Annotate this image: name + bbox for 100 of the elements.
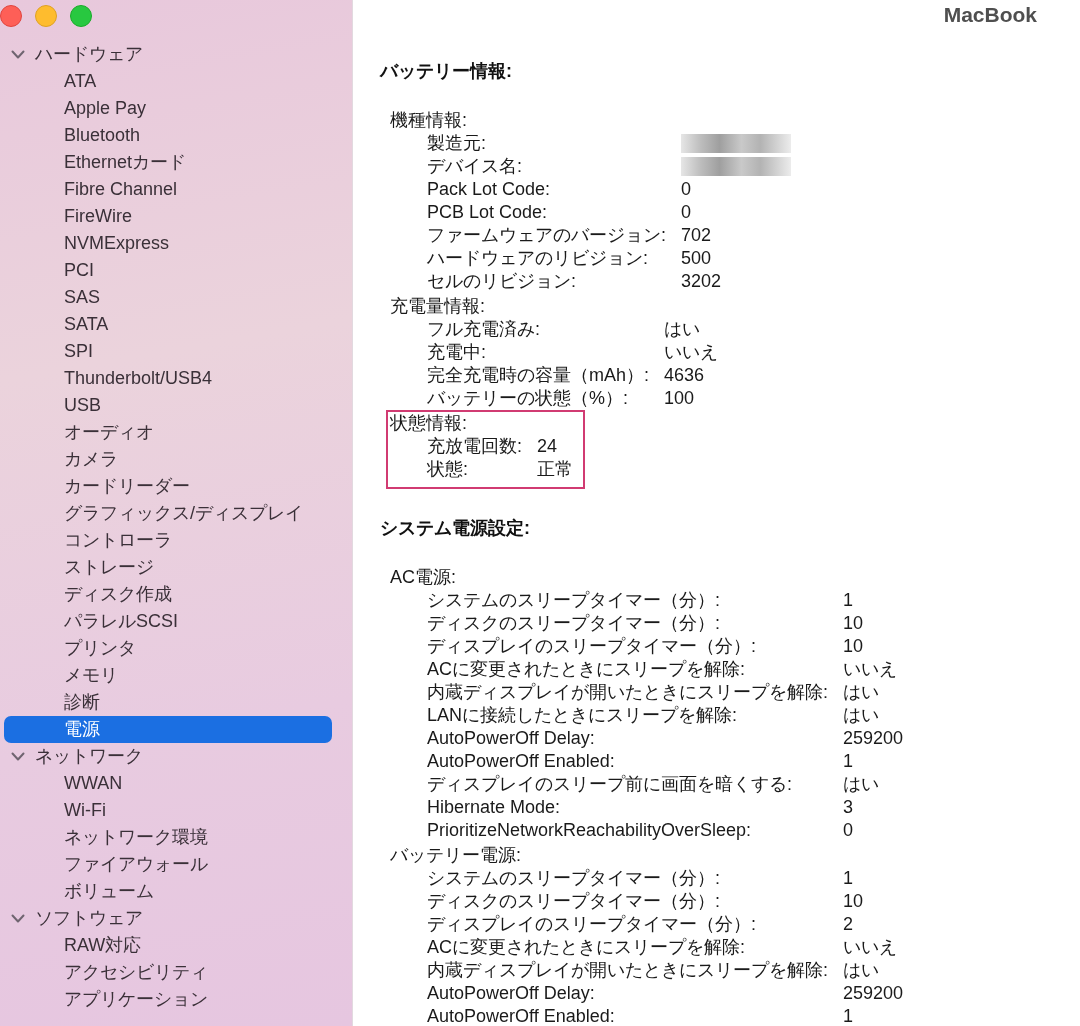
info-value: 1 bbox=[843, 1005, 855, 1026]
sidebar-item[interactable]: パラレルSCSI bbox=[4, 608, 332, 635]
info-value: 3 bbox=[843, 796, 855, 819]
info-label: PrioritizeNetworkReachabilityOverSleep: bbox=[427, 819, 753, 842]
info-label: AutoPowerOff Enabled: bbox=[427, 750, 616, 773]
info-label: ACに変更されたときにスリープを解除: bbox=[427, 936, 746, 959]
info-label: デバイス名: bbox=[427, 155, 523, 178]
group-label: バッテリー電源: bbox=[390, 844, 521, 867]
window-title: MacBook bbox=[943, 2, 1037, 28]
info-label: AutoPowerOff Enabled: bbox=[427, 1005, 616, 1026]
sidebar-item[interactable]: アプリケーション bbox=[4, 986, 332, 1013]
close-button[interactable] bbox=[0, 5, 22, 27]
info-value: はい bbox=[843, 959, 880, 982]
sidebar-item[interactable]: カメラ bbox=[4, 446, 332, 473]
zoom-button[interactable] bbox=[70, 5, 92, 27]
chevron-down-icon[interactable] bbox=[11, 752, 25, 761]
info-value: いいえ bbox=[843, 658, 898, 681]
sidebar-item[interactable]: カードリーダー bbox=[4, 473, 332, 500]
info-value: 10 bbox=[843, 635, 865, 658]
info-value: 10 bbox=[843, 612, 865, 635]
sidebar-item[interactable]: ネットワーク環境 bbox=[4, 824, 332, 851]
sidebar-item[interactable]: USB bbox=[4, 392, 332, 419]
info-value: 3202 bbox=[681, 270, 723, 293]
info-value: 1 bbox=[843, 589, 855, 612]
sidebar-item[interactable]: Ethernetカード bbox=[4, 149, 332, 176]
sidebar-item[interactable]: FireWire bbox=[4, 203, 332, 230]
info-label: システムのスリープタイマー（分）: bbox=[427, 867, 721, 890]
sidebar-item[interactable]: ファイアウォール bbox=[4, 851, 332, 878]
info-label: LANに接続したときにスリープを解除: bbox=[427, 704, 739, 727]
info-label: ディスクのスリープタイマー（分）: bbox=[427, 612, 721, 635]
sidebar-item[interactable]: Thunderbolt/USB4 bbox=[4, 365, 332, 392]
info-value: はい bbox=[664, 318, 701, 341]
sidebar-item[interactable]: 診断 bbox=[4, 689, 332, 716]
chevron-down-icon[interactable] bbox=[11, 914, 25, 923]
sidebar-item[interactable]: SPI bbox=[4, 338, 332, 365]
sidebar-item[interactable]: SATA bbox=[4, 311, 332, 338]
section-heading: システム電源設定: bbox=[380, 517, 530, 540]
sidebar-item[interactable]: Fibre Channel bbox=[4, 176, 332, 203]
info-label: セルのリビジョン: bbox=[427, 270, 577, 293]
info-value: 702 bbox=[681, 224, 713, 247]
info-label: ディスプレイのスリープタイマー（分）: bbox=[427, 635, 757, 658]
sidebar-item[interactable]: WWAN bbox=[4, 770, 332, 797]
sidebar-item[interactable]: アクセシビリティ bbox=[4, 959, 332, 986]
info-value: 24 bbox=[537, 435, 559, 458]
info-value: 500 bbox=[681, 247, 713, 270]
sidebar-group-label[interactable]: ハードウェア bbox=[35, 41, 143, 68]
info-label: システムのスリープタイマー（分）: bbox=[427, 589, 721, 612]
info-value: 259200 bbox=[843, 982, 904, 1005]
group-label: AC電源: bbox=[390, 566, 456, 589]
info-label: Hibernate Mode: bbox=[427, 796, 562, 819]
sidebar-item[interactable]: ボリューム bbox=[4, 878, 332, 905]
info-label: バッテリーの状態（%）: bbox=[427, 387, 629, 410]
info-label: PCB Lot Code: bbox=[427, 201, 549, 224]
info-value: 100 bbox=[664, 387, 696, 410]
sidebar-group-label[interactable]: ソフトウェア bbox=[35, 905, 143, 932]
chevron-down-icon[interactable] bbox=[11, 50, 25, 59]
sidebar-item[interactable]: PCI bbox=[4, 257, 332, 284]
sidebar-item[interactable]: RAW対応 bbox=[4, 932, 332, 959]
info-value: 1 bbox=[843, 750, 855, 773]
sidebar-item[interactable]: ディスク作成 bbox=[4, 581, 332, 608]
sidebar-item[interactable]: メモリ bbox=[4, 662, 332, 689]
info-value: 0 bbox=[843, 819, 855, 842]
info-label: 内蔵ディスプレイが開いたときにスリープを解除: bbox=[427, 681, 828, 704]
info-label: AutoPowerOff Delay: bbox=[427, 727, 596, 750]
sidebar-item[interactable]: Bluetooth bbox=[4, 122, 332, 149]
sidebar-item[interactable]: Wi-Fi bbox=[4, 797, 332, 824]
info-label: 完全充電時の容量（mAh）: bbox=[427, 364, 649, 387]
info-value: 10 bbox=[843, 890, 865, 913]
sidebar-item[interactable]: オーディオ bbox=[4, 419, 332, 446]
info-value: いいえ bbox=[664, 341, 718, 364]
info-label: ディスクのスリープタイマー（分）: bbox=[427, 890, 721, 913]
sidebar-item[interactable]: 電源 bbox=[4, 716, 332, 743]
info-label: 製造元: bbox=[427, 132, 487, 155]
info-value: 259200 bbox=[843, 727, 904, 750]
info-value: 1 bbox=[843, 867, 855, 890]
info-label: ディスプレイのスリープ前に画面を暗くする: bbox=[427, 773, 793, 796]
info-label: ACに変更されたときにスリープを解除: bbox=[427, 658, 746, 681]
sidebar-item[interactable]: Apple Pay bbox=[4, 95, 332, 122]
info-value: 4636 bbox=[664, 364, 706, 387]
sidebar-item[interactable]: コントローラ bbox=[4, 527, 332, 554]
sidebar-item[interactable]: プリンタ bbox=[4, 635, 332, 662]
info-value: はい bbox=[843, 773, 880, 796]
sidebar-item[interactable]: ストレージ bbox=[4, 554, 332, 581]
info-label: Pack Lot Code: bbox=[427, 178, 552, 201]
info-value: 2 bbox=[843, 913, 855, 936]
info-value: はい bbox=[843, 681, 880, 704]
group-label: 機種情報: bbox=[390, 109, 467, 132]
sidebar-item[interactable]: SAS bbox=[4, 284, 332, 311]
info-label: フル充電済み: bbox=[427, 318, 541, 341]
info-value: 正常 bbox=[537, 458, 573, 481]
info-label: 充電中: bbox=[427, 341, 487, 364]
sidebar-item[interactable]: ATA bbox=[4, 68, 332, 95]
info-label: ファームウェアのバージョン: bbox=[427, 224, 666, 247]
sidebar-item[interactable]: NVMExpress bbox=[4, 230, 332, 257]
sidebar-item[interactable]: グラフィックス/ディスプレイ bbox=[4, 500, 332, 527]
sidebar-group-label[interactable]: ネットワーク bbox=[35, 743, 143, 770]
info-label: AutoPowerOff Delay: bbox=[427, 982, 596, 1005]
info-label: ディスプレイのスリープタイマー（分）: bbox=[427, 913, 757, 936]
info-value: 0 bbox=[681, 178, 693, 201]
info-value: いいえ bbox=[843, 936, 898, 959]
